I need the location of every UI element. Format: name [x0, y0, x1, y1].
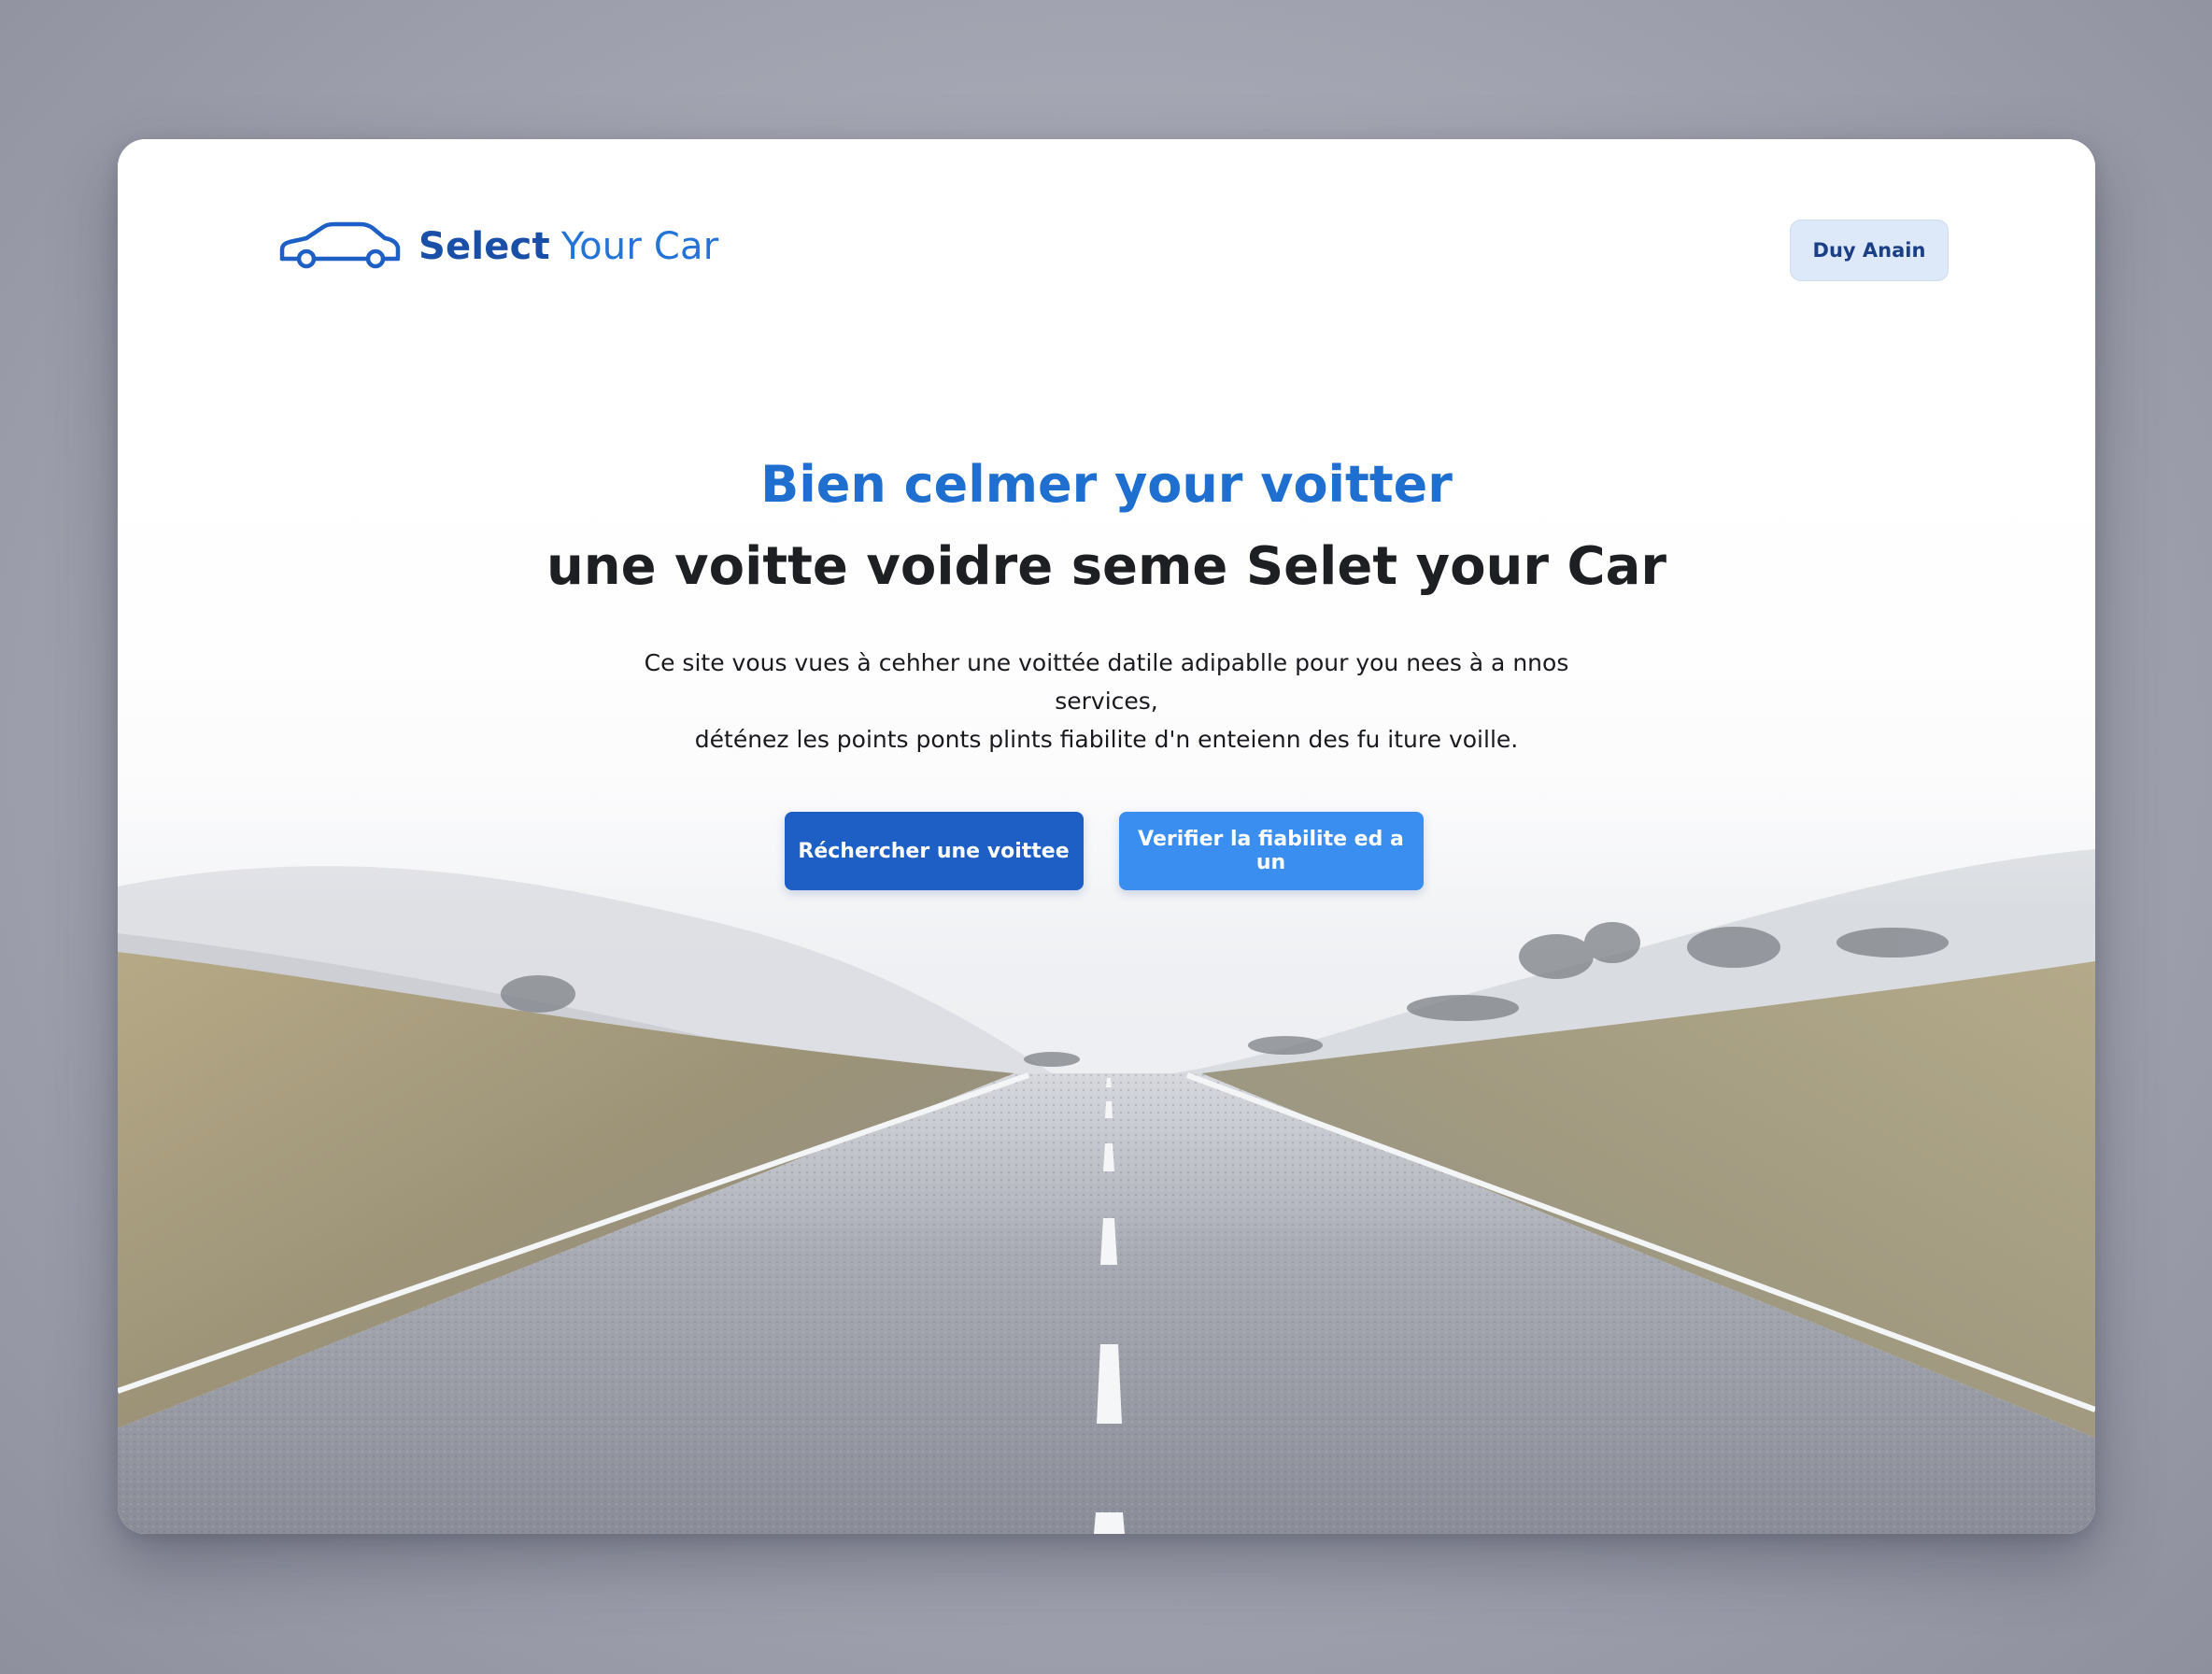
hero-actions: Réchercher une voittee Verifier la fiabi… [118, 812, 2095, 890]
user-account-button[interactable]: Duy Anain [1790, 220, 1949, 281]
hero-subtitle: une voitte voidre seme Selet your Car [546, 536, 1667, 597]
search-car-button[interactable]: Réchercher une voittee [784, 812, 1084, 890]
site-header: Select Your Car Duy Anain [118, 139, 2095, 363]
brand-logo[interactable]: Select Your Car [278, 221, 718, 272]
browser-window: Select Your Car Duy Anain Bien celmer yo… [118, 139, 2095, 1534]
hero-description-line2: déténez les points ponts plints fiabilit… [694, 726, 1519, 753]
hero-section: Bien celmer your voitter une voitte void… [118, 447, 2095, 759]
brand-name: Select Your Car [418, 225, 718, 268]
car-outline-icon [278, 221, 402, 272]
hero-description: Ce site vous vues à cehher une voittée d… [593, 644, 1621, 759]
check-reliability-button[interactable]: Verifier la fiabilite ed a un [1118, 812, 1424, 890]
hero-title: Bien celmer your voitter [760, 455, 1453, 514]
brand-name-part1: Select [418, 225, 550, 268]
hero-description-line1: Ce site vous vues à cehher une voittée d… [644, 649, 1569, 715]
brand-name-part2: Your Car [560, 225, 719, 268]
